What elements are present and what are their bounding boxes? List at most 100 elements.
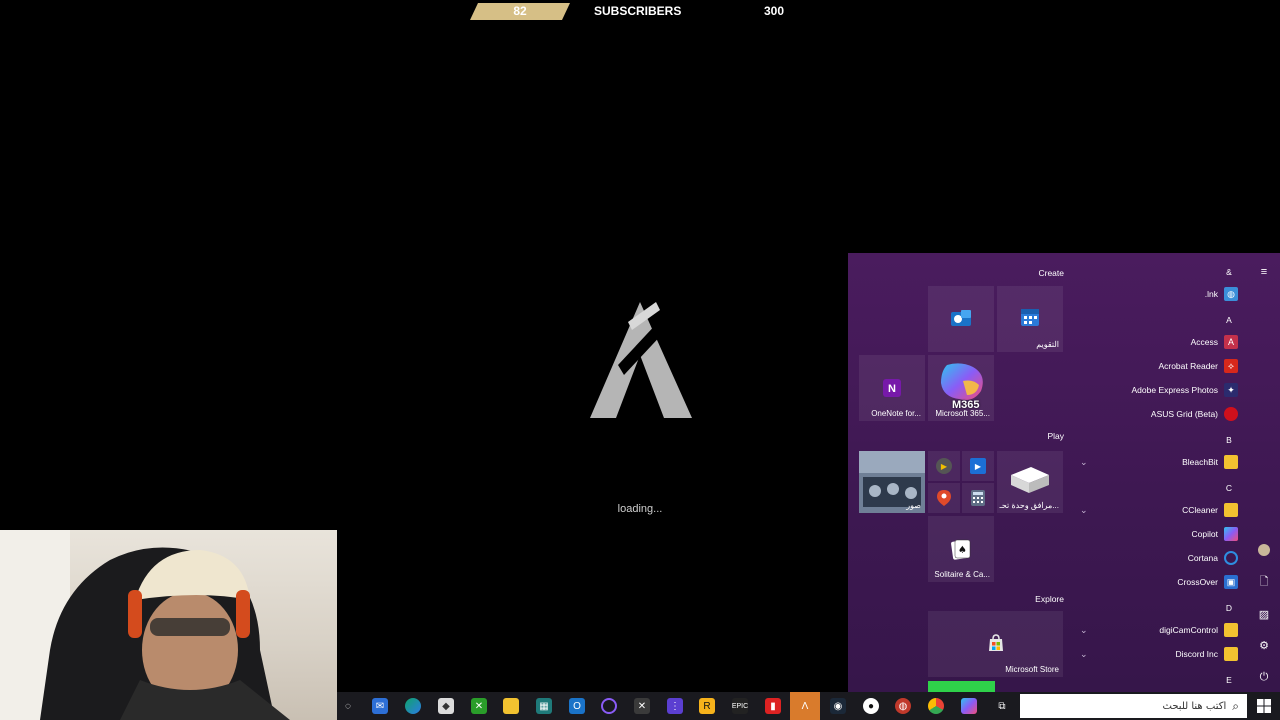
- chevron-down-icon[interactable]: ⌄: [1080, 457, 1088, 468]
- app-list-letter[interactable]: &: [1223, 267, 1235, 277]
- console-icon: [1009, 465, 1051, 495]
- tile-calendar[interactable]: التقويم: [997, 286, 1063, 352]
- chrome-icon[interactable]: [928, 698, 944, 714]
- app-name: Copilot: [1191, 529, 1218, 539]
- fasting-icon[interactable]: ▮: [765, 698, 781, 714]
- tile-microsoft-365[interactable]: M365 Microsoft 365...: [928, 355, 994, 421]
- tile-movies[interactable]: ▶: [962, 451, 994, 481]
- steam-icon[interactable]: ◉: [830, 698, 846, 714]
- timeline-icon[interactable]: ⧉: [994, 698, 1010, 714]
- epic-games-icon[interactable]: EPIC: [732, 698, 748, 714]
- subscriber-goal-bar: 82 SUBSCRIBERS 300: [470, 3, 810, 21]
- chevron-down-icon[interactable]: ⌄: [1080, 649, 1088, 660]
- copilot-icon[interactable]: [961, 698, 977, 714]
- hamburger-menu-icon[interactable]: ≡: [1256, 264, 1272, 280]
- start-rail: ≡ 🗋 ▨ ⚙ ⏻: [1248, 253, 1280, 692]
- app-item-lnk[interactable]: .lnk ◍: [1205, 284, 1238, 304]
- folder-icon: [1224, 455, 1238, 469]
- tile-label: OneNote for...: [871, 409, 921, 418]
- tile-maps[interactable]: [928, 483, 960, 513]
- app-item-asus-grid[interactable]: ASUS Grid (Beta): [1151, 404, 1238, 424]
- app-item-crossover[interactable]: CrossOver ▣: [1177, 572, 1238, 592]
- outlook-icon: [949, 308, 973, 330]
- search-input[interactable]: [1046, 700, 1227, 712]
- task-view-icon[interactable]: ◌: [340, 698, 356, 714]
- fivem-icon[interactable]: Λ: [797, 698, 813, 714]
- documents-icon[interactable]: 🗋: [1256, 574, 1272, 590]
- app-item-access[interactable]: Access A: [1191, 332, 1238, 352]
- app-name: BleachBit: [1182, 457, 1218, 467]
- globe-icon: ◍: [1224, 287, 1238, 301]
- apps-grid-icon[interactable]: ⋮: [667, 698, 683, 714]
- fivem-logo: [590, 302, 692, 418]
- app-item-cortana[interactable]: Cortana: [1188, 548, 1238, 568]
- camera-icon[interactable]: ◍: [895, 698, 911, 714]
- settings-gear-icon[interactable]: ⚙: [1256, 637, 1272, 653]
- svg-text:N: N: [888, 383, 896, 395]
- tile-label: صور: [906, 501, 921, 510]
- music-icon: ▶: [936, 458, 952, 474]
- acrobat-icon: ⟡: [1224, 359, 1238, 373]
- group-title-play: Play: [1047, 431, 1064, 441]
- tile-label: Solitaire & Ca...: [934, 570, 990, 579]
- screen: 82 SUBSCRIBERS 300 loading... Create Pla…: [0, 0, 1280, 720]
- tile-label: التقويم: [1036, 340, 1059, 349]
- tile-console-companion[interactable]: مرافق وحدة تحـ...: [997, 451, 1063, 513]
- app-list-letter[interactable]: B: [1223, 435, 1235, 445]
- app-list-letter[interactable]: E: [1223, 675, 1235, 685]
- edge-icon[interactable]: [405, 698, 421, 714]
- cortana-icon[interactable]: [601, 698, 617, 714]
- mail-icon[interactable]: ✉: [372, 698, 388, 714]
- app-icon[interactable]: ◆: [438, 698, 454, 714]
- app-list-letter[interactable]: C: [1223, 483, 1235, 493]
- tile-outlook[interactable]: [928, 286, 994, 352]
- solitaire-icon: ♠: [950, 538, 972, 560]
- app-name: Discord Inc: [1175, 649, 1218, 659]
- tile-microsoft-store[interactable]: Microsoft Store: [928, 611, 1063, 677]
- chevron-down-icon[interactable]: ⌄: [1080, 625, 1088, 636]
- folder-icon: [1224, 503, 1238, 517]
- cortana-icon: [1224, 551, 1238, 565]
- tile-calculator[interactable]: [962, 483, 994, 513]
- tile-photos[interactable]: صور: [859, 451, 925, 513]
- tile-onenote[interactable]: N OneNote for...: [859, 355, 925, 421]
- access-icon: A: [1224, 335, 1238, 349]
- group-title-explore: Explore: [1035, 594, 1064, 604]
- file-explorer-icon[interactable]: [503, 698, 519, 714]
- excel-icon[interactable]: ✕: [634, 698, 650, 714]
- app-item-discord-inc[interactable]: Discord Inc: [1175, 644, 1238, 664]
- chevron-down-icon[interactable]: ⌄: [1080, 505, 1088, 516]
- app-name: .lnk: [1204, 289, 1218, 299]
- tile-partial-green[interactable]: [928, 681, 995, 692]
- group-title-create: Create: [1038, 268, 1064, 278]
- calculator-icon: [971, 490, 985, 506]
- search-box[interactable]: ⌕: [1020, 694, 1247, 718]
- tile-label: Microsoft 365...: [935, 409, 990, 418]
- app-list-letter[interactable]: D: [1223, 603, 1235, 613]
- tile-groove-music[interactable]: ▶: [928, 451, 960, 481]
- folder-icon: [1224, 647, 1238, 661]
- rockstar-icon[interactable]: R: [699, 698, 715, 714]
- taskbar: ◌ ✉ ◆ ✕ ▦ O ✕ ⋮ R EPIC ▮ Λ ◉ ● ◍ ⧉ ⌕: [337, 692, 1280, 720]
- outlook-icon[interactable]: O: [569, 698, 585, 714]
- pictures-icon[interactable]: ▨: [1256, 606, 1272, 622]
- streamer-silhouette: [40, 547, 290, 720]
- user-avatar-icon[interactable]: [1256, 542, 1272, 558]
- app-list-letter[interactable]: A: [1223, 315, 1235, 325]
- app-item-acrobat-reader[interactable]: Acrobat Reader ⟡: [1158, 356, 1238, 376]
- app-item-digicamcontrol[interactable]: digiCamControl: [1159, 620, 1238, 640]
- app-item-bleachbit[interactable]: BleachBit: [1182, 452, 1238, 472]
- app-item-copilot[interactable]: Copilot: [1192, 524, 1238, 544]
- app-name: Adobe Express Photos: [1131, 385, 1218, 395]
- xbox-icon[interactable]: ✕: [471, 698, 487, 714]
- power-icon[interactable]: ⏻: [1256, 669, 1272, 685]
- start-windows-icon[interactable]: [1256, 698, 1272, 714]
- app-item-adobe-express-photos[interactable]: Adobe Express Photos ✦: [1132, 380, 1238, 400]
- tile-label: مرافق وحدة تحـ...: [999, 501, 1059, 510]
- subscriber-label: SUBSCRIBERS: [594, 4, 682, 18]
- obs-icon[interactable]: ●: [863, 698, 879, 714]
- webcam-overlay: [0, 530, 337, 720]
- tile-solitaire[interactable]: ♠ Solitaire & Ca...: [928, 516, 994, 582]
- steam-deck-icon[interactable]: ▦: [536, 698, 552, 714]
- app-item-ccleaner[interactable]: CCleaner: [1182, 500, 1238, 520]
